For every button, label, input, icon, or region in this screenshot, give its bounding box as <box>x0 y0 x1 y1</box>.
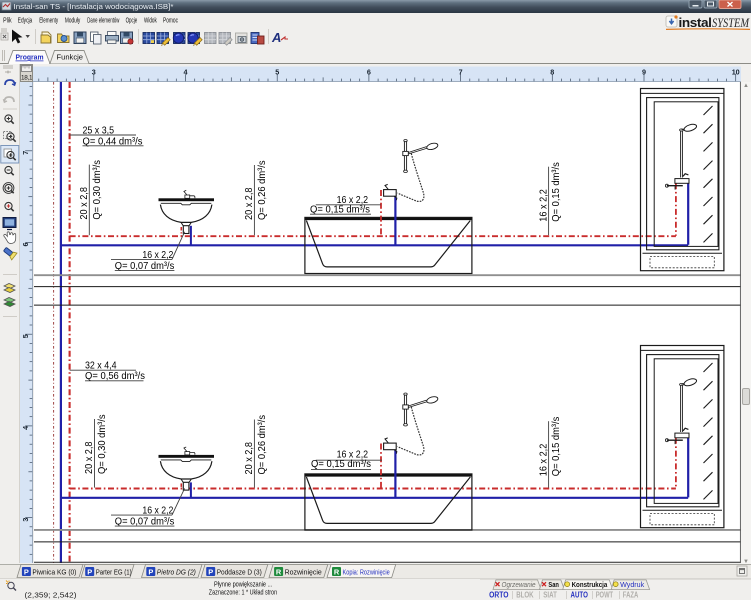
svg-text:Elementy: Elementy <box>39 15 58 24</box>
svg-text:BLOK: BLOK <box>516 591 534 600</box>
svg-text:ORTO: ORTO <box>489 591 508 600</box>
svg-text:Wydruk: Wydruk <box>620 580 644 589</box>
svg-text:Ogrzewanie: Ogrzewanie <box>502 580 536 589</box>
svg-text:Program: Program <box>16 53 44 62</box>
svg-text:16 x 2,2: 16 x 2,2 <box>538 189 549 222</box>
svg-text:SIAT: SIAT <box>543 591 557 600</box>
svg-text:R: R <box>334 567 340 576</box>
svg-text:AUTO: AUTO <box>571 591 588 600</box>
svg-text:Funkcje: Funkcje <box>57 53 84 62</box>
svg-text:16 x 2,2: 16 x 2,2 <box>538 443 549 476</box>
svg-text:A: A <box>271 30 281 45</box>
svg-text:POWT: POWT <box>596 591 614 600</box>
svg-text:Widok: Widok <box>144 15 157 24</box>
svg-text:P: P <box>148 567 153 576</box>
svg-text:18,1: 18,1 <box>21 75 32 82</box>
svg-text:Zaznaczone: 1 * Układ stron: Zaznaczone: 1 * Układ stron <box>209 588 277 597</box>
svg-text:7: 7 <box>459 68 463 77</box>
svg-text:FAZA: FAZA <box>623 591 639 600</box>
svg-text:Q= 0,30 dm³/s: Q= 0,30 dm³/s <box>97 415 108 475</box>
svg-text:Q= 0,30 dm³/s: Q= 0,30 dm³/s <box>92 160 103 220</box>
svg-text:Plik: Plik <box>3 15 12 24</box>
svg-text:Q= 0,26 dm³/s: Q= 0,26 dm³/s <box>257 415 268 475</box>
svg-text:10: 10 <box>732 68 740 77</box>
svg-text:5: 5 <box>275 68 279 77</box>
svg-text:7: 7 <box>21 151 30 155</box>
svg-text:P: P <box>24 567 29 576</box>
svg-text:20 x 2,8: 20 x 2,8 <box>79 187 90 220</box>
svg-text:Kopia: Rozwinięcie: Kopia: Rozwinięcie <box>343 568 390 577</box>
svg-text:(2,359; 2,542): (2,359; 2,542) <box>25 591 77 600</box>
svg-text:P: P <box>87 567 92 576</box>
svg-text:Pomoc: Pomoc <box>163 15 178 24</box>
svg-text:R: R <box>276 567 282 576</box>
svg-text:Konstrukcja: Konstrukcja <box>572 580 608 589</box>
svg-text:Rozwinięcie: Rozwinięcie <box>285 568 322 577</box>
svg-text:20 x 2,8: 20 x 2,8 <box>84 441 95 474</box>
svg-text:4: 4 <box>184 68 188 77</box>
svg-text:6: 6 <box>21 243 30 247</box>
svg-text:9: 9 <box>642 68 646 77</box>
svg-text:8: 8 <box>550 68 554 77</box>
svg-text:Q= 0,26 dm³/s: Q= 0,26 dm³/s <box>257 161 268 221</box>
svg-text:20 x 2,8: 20 x 2,8 <box>244 442 255 475</box>
svg-text:3: 3 <box>92 68 96 77</box>
svg-text:Instal-san TS - [Instalacja wo: Instal-san TS - [Instalacja wodociągowa.… <box>14 2 174 11</box>
svg-text:Parter EG (1): Parter EG (1) <box>96 568 132 577</box>
svg-text:Opcje: Opcje <box>126 15 138 24</box>
svg-text:5: 5 <box>21 334 30 338</box>
svg-text:Dane elementów: Dane elementów <box>87 15 119 24</box>
svg-text:Moduły: Moduły <box>65 15 80 24</box>
svg-text:6: 6 <box>367 68 371 77</box>
svg-text:Poddasze D (3): Poddasze D (3) <box>217 568 262 577</box>
svg-text:Edycja: Edycja <box>18 15 33 24</box>
svg-text:Q= 0,15 dm³/s: Q= 0,15 dm³/s <box>551 417 562 477</box>
svg-text:3: 3 <box>21 518 30 522</box>
svg-text:Piwnica KG (0): Piwnica KG (0) <box>32 568 76 577</box>
svg-text:20 x 2,8: 20 x 2,8 <box>244 187 255 220</box>
svg-text:Q= 0,15 dm³/s: Q= 0,15 dm³/s <box>311 459 371 470</box>
svg-text:Q= 0,15 dm³/s: Q= 0,15 dm³/s <box>551 162 562 222</box>
svg-text:Pietro DG (2): Pietro DG (2) <box>157 568 197 577</box>
svg-text:San: San <box>548 580 559 589</box>
svg-text:4: 4 <box>21 426 30 430</box>
svg-text:P: P <box>208 567 213 576</box>
